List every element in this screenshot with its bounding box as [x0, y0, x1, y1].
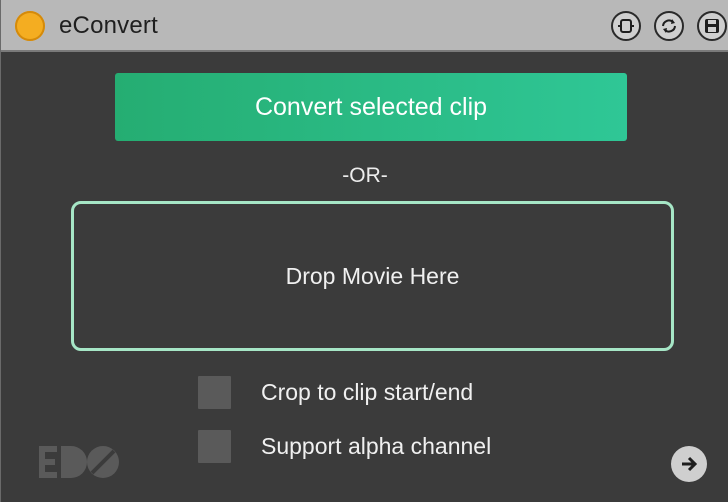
- edo-logo: [39, 446, 119, 478]
- sync-icon[interactable]: [654, 11, 684, 41]
- save-icon[interactable]: [697, 11, 727, 41]
- window-title: eConvert: [59, 12, 158, 39]
- support-alpha-label: Support alpha channel: [261, 432, 492, 459]
- crop-to-clip-label: Crop to clip start/end: [261, 378, 474, 405]
- title-bar: eConvert: [1, 0, 728, 52]
- view-toggle-icon[interactable]: [611, 11, 641, 41]
- econvert-device-window: eConvert Convert selected clip -OR- Drop…: [0, 0, 728, 502]
- drop-movie-label: Drop Movie Here: [285, 262, 460, 289]
- device-power-toggle[interactable]: [15, 11, 45, 41]
- crop-to-clip-checkbox[interactable]: [198, 375, 231, 409]
- drop-movie-zone[interactable]: Drop Movie Here: [71, 201, 674, 351]
- arrow-right-icon[interactable]: [671, 446, 707, 482]
- support-alpha-checkbox[interactable]: [198, 429, 231, 463]
- convert-selected-clip-button[interactable]: Convert selected clip: [115, 73, 627, 141]
- alpha-option-row: Support alpha channel: [198, 428, 491, 464]
- crop-option-row: Crop to clip start/end: [198, 374, 473, 410]
- or-separator-label: -OR-: [342, 164, 388, 187]
